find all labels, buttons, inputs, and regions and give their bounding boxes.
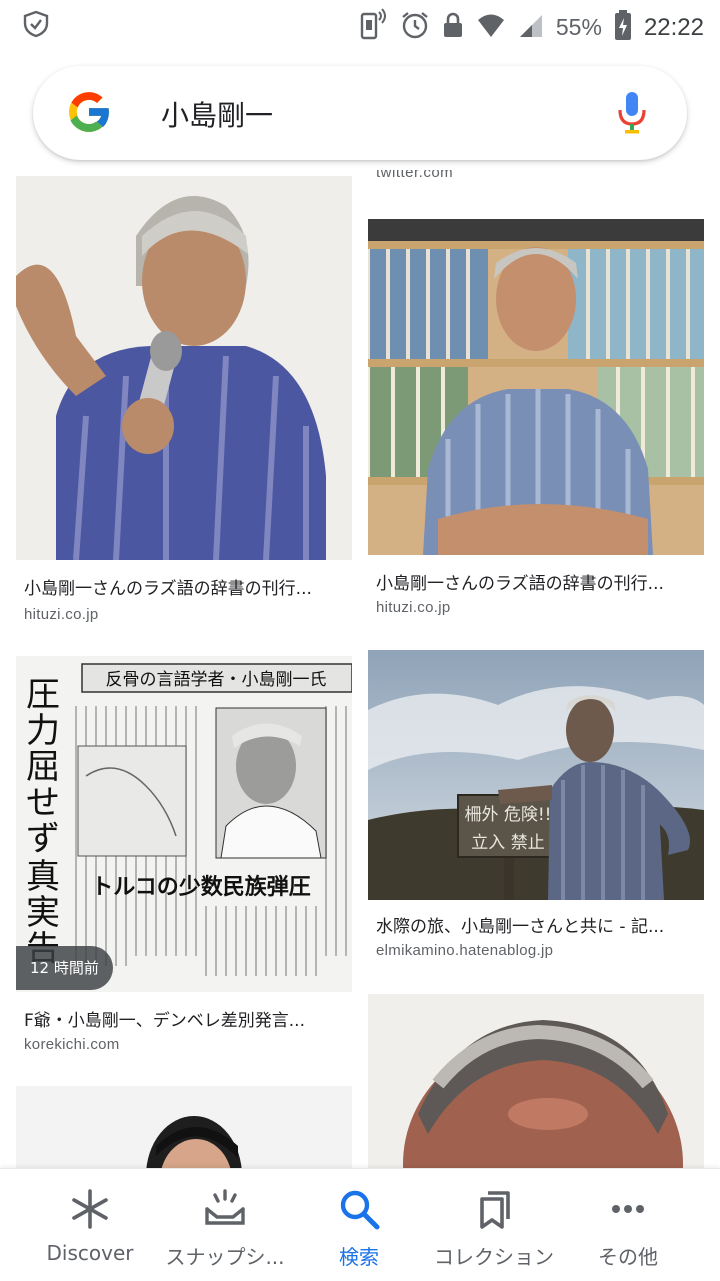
bottom-navigation: Discover スナップシ... 検索 コレクション その他 <box>0 1168 720 1281</box>
image-result-card[interactable]: 小島剛一さんのラズ語の辞書の刊行... hituzi.co.jp <box>368 219 704 619</box>
result-thumbnail[interactable] <box>16 176 352 560</box>
image-result-card[interactable]: 柵外 危険!! 立入 禁止 水際の旅、小島剛一さんと共に - 記... elmi… <box>368 650 704 1050</box>
result-title[interactable]: F爺・小島剛一、デンベレ差別発言... <box>24 1006 344 1031</box>
sign-line-2: 立入 禁止 <box>471 833 544 853</box>
nav-discover[interactable]: Discover <box>18 1169 162 1281</box>
search-bar[interactable]: 小島剛一 <box>33 66 687 160</box>
result-thumbnail[interactable]: 反骨の言語学者・小島剛一氏 圧力屈せず真実告 トルコの少数民族弾圧 <box>16 656 352 992</box>
more-icon <box>606 1187 650 1236</box>
result-thumbnail[interactable] <box>16 1086 352 1168</box>
sign-line-1: 柵外 危険!! <box>464 805 551 825</box>
result-domain[interactable]: hituzi.co.jp <box>376 599 450 616</box>
search-query[interactable]: 小島剛一 <box>161 94 273 134</box>
result-thumbnail[interactable] <box>368 219 704 555</box>
google-logo-icon <box>63 86 115 143</box>
result-thumbnail[interactable]: 柵外 危険!! 立入 禁止 <box>368 650 704 900</box>
signal-icon <box>518 11 544 44</box>
result-title[interactable]: 水際の旅、小島剛一さんと共に - 記... <box>376 912 696 937</box>
nav-label: その他 <box>598 1245 658 1269</box>
result-domain[interactable]: korekichi.com <box>24 1036 120 1053</box>
result-thumbnail[interactable] <box>368 994 704 1168</box>
nav-collections[interactable]: コレクション <box>422 1169 566 1281</box>
nav-label: 検索 <box>339 1245 379 1269</box>
image-result-card[interactable] <box>16 1086 352 1168</box>
result-title[interactable]: 小島剛一さんのラズ語の辞書の刊行... <box>376 569 696 594</box>
phone-vibrate-icon <box>358 8 388 47</box>
image-result-card[interactable] <box>368 994 704 1168</box>
newspaper-vertical-headline: 圧力屈せず真実告 <box>26 675 60 969</box>
result-title[interactable]: 小島剛一さんのラズ語の辞書の刊行... <box>24 574 344 599</box>
mic-icon[interactable] <box>617 90 647 141</box>
image-result-card[interactable]: 小島剛一さんのラズ語の辞書の刊行... hituzi.co.jp <box>16 176 352 626</box>
result-domain-cutoff[interactable]: twitter.com <box>376 170 453 181</box>
shield-check-icon <box>22 10 50 43</box>
nav-label: Discover <box>46 1241 134 1265</box>
snapshot-icon <box>203 1187 247 1236</box>
image-results-grid: twitter.com 小島剛一さんのラズ語の辞書の刊行... hituzi.c… <box>0 170 720 1168</box>
lock-icon <box>442 11 464 44</box>
result-domain[interactable]: elmikamino.hatenablog.jp <box>376 942 553 959</box>
status-bar: 55% 22:22 <box>0 0 720 50</box>
nav-label: スナップシ... <box>165 1245 285 1269</box>
battery-percent: 55% <box>555 14 602 40</box>
time-badge: 12 時間前 <box>16 946 113 990</box>
search-icon <box>337 1187 381 1236</box>
nav-more[interactable]: その他 <box>556 1169 700 1281</box>
result-domain[interactable]: hituzi.co.jp <box>24 606 98 623</box>
image-result-card[interactable]: 反骨の言語学者・小島剛一氏 圧力屈せず真実告 トルコの少数民族弾圧 12 時間前 <box>16 656 352 1056</box>
nav-snapshot[interactable]: スナップシ... <box>153 1169 297 1281</box>
alarm-icon <box>400 10 430 45</box>
battery-charging-icon <box>614 9 632 46</box>
wifi-icon <box>476 11 506 44</box>
status-time: 22:22 <box>643 13 704 41</box>
nav-label: コレクション <box>434 1245 554 1269</box>
collections-icon <box>472 1187 516 1236</box>
newspaper-headline: 反骨の言語学者・小島剛一氏 <box>106 670 327 690</box>
nav-search[interactable]: 検索 <box>287 1169 431 1281</box>
discover-icon <box>68 1187 112 1236</box>
newspaper-subhead: トルコの少数民族弾圧 <box>91 874 311 900</box>
